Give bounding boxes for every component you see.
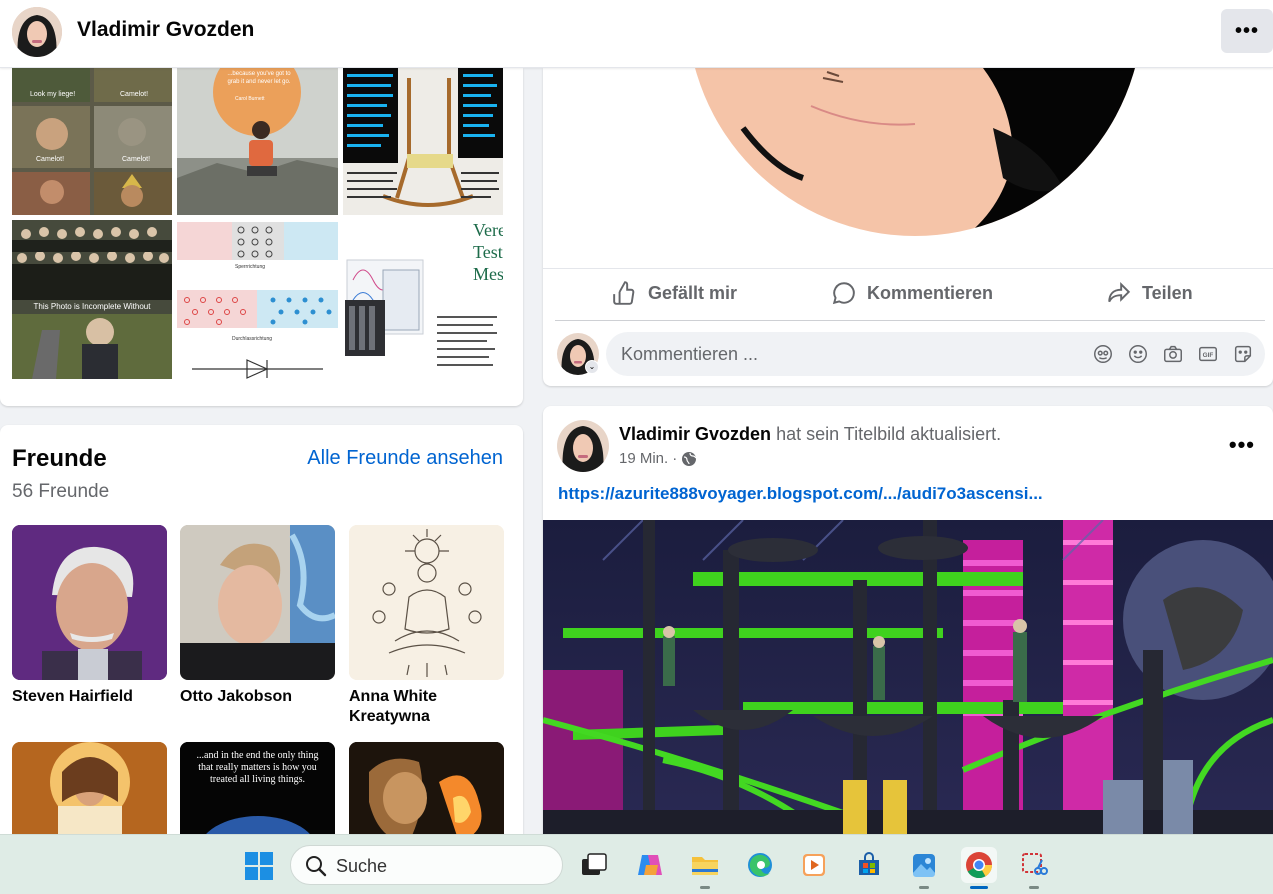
post-timestamp[interactable]: 19 Min. (619, 450, 668, 467)
globe-icon (682, 451, 697, 466)
snipping-tool-icon[interactable] (1016, 847, 1052, 889)
friends-title: Freunde (12, 445, 107, 472)
copilot-icon[interactable] (632, 847, 668, 883)
post-action-text: hat sein Titelbild aktualisiert. (776, 424, 1002, 444)
gif-icon[interactable]: GIF (1197, 343, 1219, 365)
running-indicator (919, 886, 929, 889)
photos-card: Look my liege! Camelot! Camelot! Camelot… (0, 68, 523, 406)
friends-card: Freunde 56 Freunde Alle Freunde ansehen … (0, 425, 523, 855)
friend-name[interactable]: Steven Hairfield (12, 687, 172, 707)
active-indicator (970, 886, 988, 889)
profile-picture-post: Gefällt mir Kommentieren Teilen ⌄ Kommen… (543, 68, 1273, 386)
photo-tile[interactable]: This Photo is Incomplete Without (12, 220, 172, 379)
tile-caption: This Photo is Incomplete Without (33, 302, 151, 311)
file-explorer-icon[interactable] (687, 847, 723, 889)
post-meta: 19 Min. · (619, 450, 697, 467)
windows-start-icon[interactable] (244, 851, 274, 881)
camera-icon[interactable] (1162, 343, 1184, 365)
media-player-icon[interactable] (796, 847, 832, 883)
tile-caption: Test (473, 242, 503, 262)
photo-tile[interactable] (343, 68, 503, 215)
running-indicator (700, 886, 710, 889)
quote-author: Carol Burnett (235, 96, 265, 102)
tile-caption: Look my liege! (30, 91, 76, 98)
tile-caption: Mes (473, 264, 503, 284)
comment-placeholder: Kommentieren ... (621, 344, 759, 364)
friend-name[interactable]: Otto Jakobson (180, 687, 340, 707)
comment-icon (832, 282, 855, 305)
share-icon (1108, 281, 1131, 303)
see-all-friends-link[interactable]: Alle Freunde ansehen (307, 447, 503, 470)
meta-separator: · (672, 450, 678, 467)
post-author-name[interactable]: Vladimir Gvozden (619, 424, 771, 444)
comment-button[interactable]: Kommentieren (831, 281, 993, 305)
chrome-browser-icon[interactable] (961, 847, 997, 889)
photo-tile[interactable]: Sperrrichtung Durchlassrichtung (177, 220, 338, 379)
running-indicator (1029, 886, 1039, 889)
tile-caption: Camelot! (36, 156, 65, 163)
taskbar-search[interactable]: Suche (290, 845, 563, 885)
comment-input[interactable]: Kommentieren ... GIF (606, 332, 1265, 376)
cover-photo-image[interactable] (543, 519, 1273, 856)
friend-photo[interactable] (349, 525, 504, 680)
sticker-icon[interactable] (1232, 343, 1254, 365)
share-label: Teilen (1142, 282, 1193, 303)
like-button[interactable]: Gefällt mir (612, 281, 737, 305)
post-author-line: Vladimir Gvozden hat sein Titelbild aktu… (619, 424, 1001, 445)
chevron-down-icon[interactable]: ⌄ (585, 360, 599, 374)
post-author-avatar[interactable] (557, 420, 609, 472)
thumbs-up-icon (613, 281, 635, 305)
cover-photo-post: Vladimir Gvozden hat sein Titelbild aktu… (543, 406, 1273, 856)
post-more-button[interactable]: ••• (1229, 432, 1255, 458)
emoji-icon[interactable] (1127, 343, 1149, 365)
post-link[interactable]: https://azurite888voyager.blogspot.com/.… (558, 484, 1043, 504)
tile-caption: Vere (473, 220, 503, 240)
avatar-sticker-icon[interactable] (1092, 343, 1114, 365)
tile-caption: Sperrrichtung (235, 264, 266, 270)
friend-photo[interactable] (12, 525, 167, 680)
tile-caption: Durchlassrichtung (232, 336, 273, 342)
friend-name[interactable]: Anna White Kreatywna (349, 687, 509, 727)
more-options-button[interactable]: ••• (1221, 9, 1273, 53)
photos-app-icon[interactable] (906, 847, 942, 889)
tile-caption: Camelot! (122, 156, 151, 163)
friend-photo[interactable] (180, 525, 335, 680)
tile-caption: Camelot! (120, 91, 149, 98)
post-image[interactable] (543, 68, 1273, 268)
profile-avatar[interactable] (12, 7, 62, 57)
search-label: Suche (336, 856, 388, 876)
friend-photo-caption: ...and in the end the only thing that re… (196, 750, 319, 785)
edge-browser-icon[interactable] (742, 847, 778, 883)
quote-text: ...because you've got to grab it and nev… (227, 71, 291, 85)
svg-text:GIF: GIF (1203, 352, 1214, 359)
windows-taskbar: Suche (0, 834, 1273, 894)
share-button[interactable]: Teilen (1106, 281, 1193, 305)
comment-label: Kommentieren (867, 282, 994, 303)
photo-tile[interactable]: ...because you've got to grab it and nev… (177, 68, 338, 215)
photo-tile[interactable]: Vere Test Mes (343, 220, 503, 379)
profile-name[interactable]: Vladimir Gvozden (77, 18, 254, 42)
search-icon (306, 856, 327, 877)
microsoft-store-icon[interactable] (851, 847, 887, 883)
friends-count: 56 Freunde (12, 481, 110, 502)
like-label: Gefällt mir (648, 282, 738, 303)
photo-tile[interactable]: Look my liege! Camelot! Camelot! Camelot… (12, 68, 172, 215)
profile-header-bar: Vladimir Gvozden ••• (0, 0, 1273, 68)
task-view-icon[interactable] (576, 847, 612, 883)
